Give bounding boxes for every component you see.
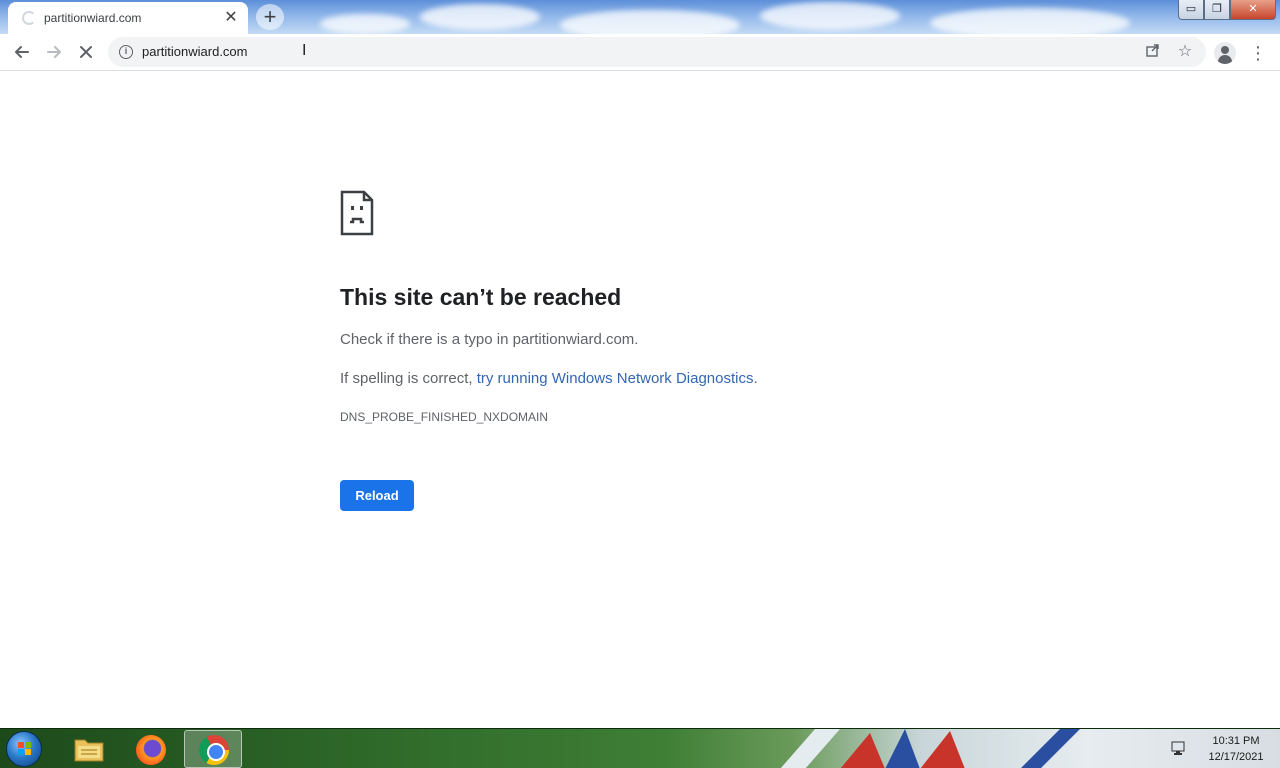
share-glyph-icon — [1146, 44, 1159, 57]
address-bar-url: partitionwiard.com — [142, 44, 248, 59]
close-tab-icon[interactable]: ✕ — [222, 9, 240, 27]
maximize-button[interactable]: ❐ — [1204, 0, 1230, 20]
start-button[interactable] — [6, 731, 42, 767]
tab-title: partitionwiard.com — [44, 11, 142, 25]
error-diagnostics-hint: If spelling is correct, try running Wind… — [340, 370, 758, 387]
error-title: This site can’t be reached — [340, 284, 622, 310]
error-code: DNS_PROBE_FINISHED_NXDOMAIN — [340, 410, 549, 424]
share-icon[interactable] — [1142, 42, 1164, 62]
taskbar-file-explorer[interactable] — [60, 730, 118, 768]
clock-date: 12/17/2021 — [1208, 751, 1264, 763]
text-cursor-icon: I — [302, 42, 307, 59]
profile-avatar-icon[interactable] — [1214, 42, 1236, 64]
taskbar-chrome[interactable] — [184, 730, 242, 768]
address-bar[interactable]: i partitionwiard.com I ☆ — [108, 37, 1206, 67]
browser-menu-icon[interactable]: ⋮ — [1248, 39, 1268, 67]
forward-button[interactable] — [40, 38, 68, 66]
minimize-button[interactable]: ▭ — [1178, 0, 1204, 20]
browser-titlebar: partitionwiard.com ✕ + ▭ ❐ ✕ — [0, 0, 1280, 34]
loading-spinner-icon — [22, 11, 36, 25]
error-typo-hint: Check if there is a typo in partitionwia… — [340, 331, 639, 348]
windows-logo-icon — [18, 742, 32, 756]
back-button[interactable] — [8, 38, 36, 66]
site-info-icon[interactable]: i — [119, 45, 133, 59]
new-tab-button[interactable]: + — [256, 4, 284, 30]
browser-tab[interactable]: partitionwiard.com ✕ — [8, 2, 248, 34]
network-diagnostics-link[interactable]: try running Windows Network Diagnostics — [477, 370, 754, 387]
profile-head-shape — [1221, 46, 1229, 54]
forward-arrow-icon — [47, 46, 61, 58]
sky-cloud — [760, 2, 900, 30]
back-arrow-icon — [15, 46, 29, 58]
taskbar-clock[interactable]: 10:31 PM 12/17/2021 — [1196, 733, 1276, 765]
stop-loading-button[interactable] — [72, 38, 100, 66]
sky-cloud — [420, 4, 540, 30]
firefox-icon — [136, 735, 166, 765]
sky-cloud — [930, 8, 1130, 34]
network-tray-icon[interactable] — [1170, 739, 1188, 757]
diagnostics-hint-prefix: If spelling is correct, — [340, 370, 477, 387]
taskbar-firefox[interactable] — [122, 730, 180, 768]
reload-button[interactable]: Reload — [340, 480, 414, 511]
sky-cloud — [320, 14, 410, 34]
sky-cloud — [560, 10, 740, 34]
browser-toolbar: i partitionwiard.com I ☆ ⋮ — [0, 34, 1280, 71]
profile-body-shape — [1218, 55, 1232, 64]
diagnostics-hint-suffix: . — [753, 370, 758, 387]
bookmark-star-icon[interactable]: ☆ — [1174, 42, 1196, 62]
sad-page-icon — [340, 190, 374, 236]
chrome-icon — [199, 735, 229, 765]
wallpaper-decoration — [780, 729, 1080, 768]
folder-icon — [74, 739, 104, 762]
windows-taskbar: 10:31 PM 12/17/2021 — [0, 728, 1280, 768]
close-window-button[interactable]: ✕ — [1230, 0, 1276, 20]
clock-time: 10:31 PM — [1212, 735, 1260, 747]
stop-x-icon — [80, 46, 92, 58]
